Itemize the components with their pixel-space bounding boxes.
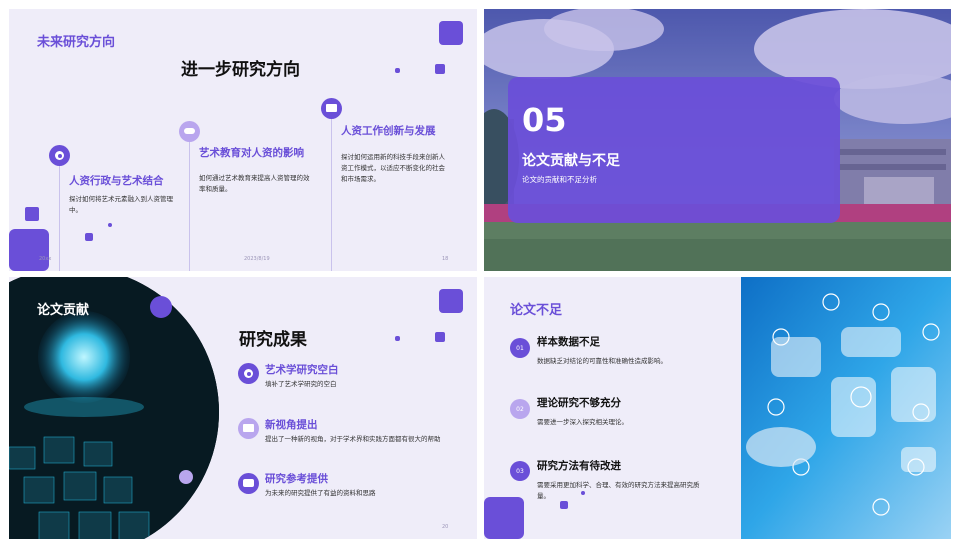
decor-circle [179,470,193,484]
slide-header: 论文贡献 [37,303,90,318]
slide-limitations[interactable]: 论文不足 01 样本数据不足 数据缺乏对结论的可靠性和准确性造成影响。 02 理… [484,277,951,539]
decor-square [85,233,93,241]
section-number: 05 [522,101,567,139]
item-desc: 如何通过艺术教育来提高人资管理的效率和质量。 [199,174,310,193]
target-icon [238,363,259,384]
image-icon [321,98,342,119]
decor-square [439,21,463,45]
step-badge: 01 [510,338,530,358]
item-title: 研究方法有待改进 [537,460,621,472]
item-title: 理论研究不够充分 [537,397,621,409]
section-title: 论文贡献与不足 [522,153,620,169]
decor-square [108,223,112,227]
timeline-line [189,139,190,271]
item-desc: 为未来的研究提供了有益的资料和思路 [265,489,376,497]
slide-title: 进一步研究方向 [181,60,300,80]
target-icon [49,145,70,166]
item-title: 艺术学研究空白 [265,364,339,376]
decor-circle [150,296,172,318]
image-icon [238,418,259,439]
decor-square [395,68,400,73]
item-title: 样本数据不足 [537,336,600,348]
message-icon [238,473,259,494]
timeline-line [59,163,60,271]
decor-square [25,207,39,221]
slide-contributions[interactable]: 论文贡献 研究成果 艺术学研究空白 填补了艺术学研究的空白 新视角提出 提出了一… [9,277,477,539]
item-desc: 提出了一种新的视角，对于学术界和实践方面都有很大的帮助 [265,435,441,443]
footer-left: 20xx [39,256,52,262]
item-desc: 填补了艺术学研究的空白 [265,380,337,388]
item-desc: 数据缺乏对结论的可靠性和准确性造成影响。 [537,357,667,365]
slide-header: 论文不足 [510,303,563,318]
item-desc: 探讨如何将艺术元素融入到人资管理中。 [69,195,173,214]
decor-square [581,491,585,495]
decor-square [435,332,445,342]
item-desc: 探讨如何运用新的科技手段来创新人资工作模式，以适应不断变化的社会和市场需求。 [341,153,445,183]
timeline-line [331,117,332,271]
decor-square [435,64,445,74]
step-badge: 03 [510,461,530,481]
slide-title: 研究成果 [239,330,307,350]
item-title: 人资行政与艺术结合 [69,175,164,187]
item-title: 人资工作创新与发展 [341,125,436,137]
item-title: 研究参考提供 [265,473,328,485]
section-subtitle: 论文的贡献和不足分析 [522,175,597,184]
item-desc: 需要进一步深入探究相关理论。 [537,418,628,426]
footer-date: 2023/8/19 [244,256,270,262]
footer-page: 20 [442,524,449,530]
item-title: 艺术教育对人资的影响 [199,147,304,159]
slide-future-research[interactable]: 未来研究方向 进一步研究方向 人资行政与艺术结合 探讨如何将艺术元素融入到人资管… [9,9,477,271]
world-map-image [741,277,951,539]
decor-square [9,229,49,271]
item-title: 新视角提出 [265,419,318,431]
decor-square [484,497,524,539]
decor-square [395,336,400,341]
step-badge: 02 [510,399,530,419]
item-desc: 需要采用更加科学、合理、有效的研究方法来提高研究质量。 [537,481,700,500]
decor-square [439,289,463,313]
decor-square [560,501,568,509]
slide-section-05[interactable]: 05 论文贡献与不足 论文的贡献和不足分析 [484,9,951,271]
footer-page: 18 [442,256,449,262]
cloud-icon [179,121,200,142]
slide-header: 未来研究方向 [37,35,116,50]
